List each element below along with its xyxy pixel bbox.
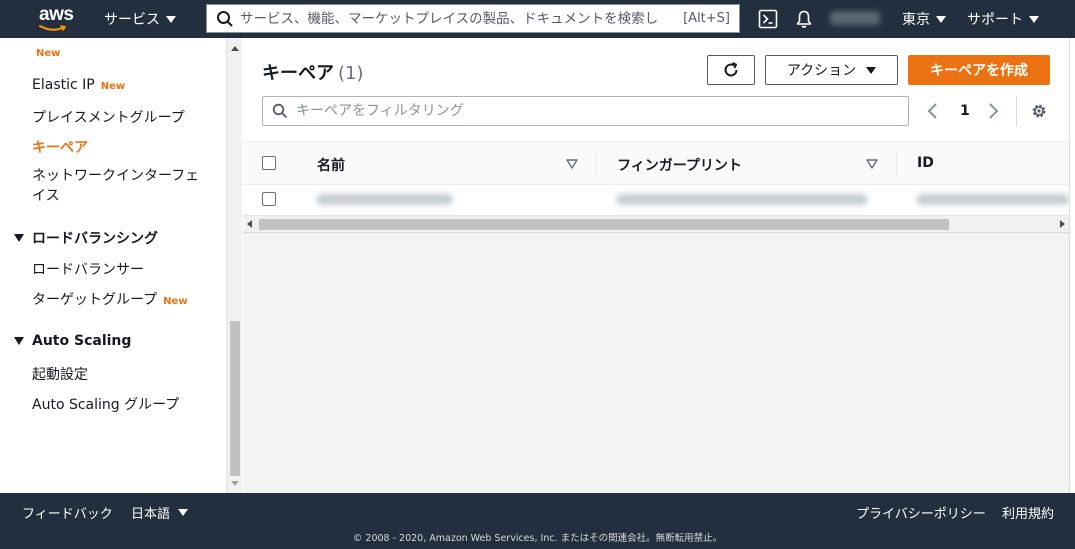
privacy-policy-link[interactable]: プライバシーポリシー	[856, 503, 986, 522]
sidebar-item-label: ネットワークインターフェイス	[32, 168, 200, 204]
column-divider[interactable]	[596, 152, 597, 176]
sidebar-item-label: ロードバランサー	[32, 262, 144, 278]
region-selector[interactable]: 東京	[902, 0, 946, 38]
caret-down-icon	[14, 234, 24, 242]
sidebar-item-load-balancers[interactable]: ロードバランサー	[32, 259, 144, 279]
redacted-fingerprint-cell	[617, 194, 867, 205]
sort-icon[interactable]	[566, 159, 578, 169]
redacted-id-cell	[917, 194, 1069, 205]
sidebar-item-label: Elastic IP	[32, 77, 95, 93]
chevron-down-icon	[936, 15, 946, 23]
bell-icon[interactable]	[794, 9, 814, 29]
column-divider[interactable]	[896, 152, 897, 176]
right-edge-panel	[1069, 38, 1075, 493]
actions-dropdown-button[interactable]: アクション	[765, 55, 898, 85]
create-key-pair-label: キーペアを作成	[930, 63, 1028, 79]
language-selector[interactable]: 日本語	[131, 503, 189, 522]
sidebar-item-key-pairs[interactable]: キーペア	[32, 137, 88, 157]
chevron-right-icon[interactable]	[986, 101, 1000, 121]
page-title-text: キーペア	[262, 63, 334, 84]
sidebar-item-elastic-ip[interactable]: Elastic IP New	[32, 77, 125, 93]
page-number[interactable]: 1	[960, 103, 970, 119]
sidebar-item-label: キーペア	[32, 140, 88, 156]
search-shortcut-hint: [Alt+S]	[683, 11, 730, 26]
main-content: キーペア(1) アクション キーペアを作成 1	[243, 38, 1069, 493]
item-count: (1)	[338, 63, 364, 84]
sidebar-item-launch-configurations[interactable]: 起動設定	[32, 364, 88, 384]
key-pairs-panel: キーペア(1) アクション キーペアを作成 1	[243, 38, 1069, 233]
caret-down-icon	[14, 337, 24, 345]
chevron-down-icon	[166, 15, 176, 23]
search-icon	[272, 103, 288, 119]
filter-input[interactable]	[296, 98, 908, 124]
sidebar-section-label: Auto Scaling	[32, 333, 132, 349]
page-title: キーペア (1)	[262, 59, 364, 85]
services-menu-button[interactable]: サービス	[104, 9, 176, 29]
region-label: 東京	[902, 12, 930, 28]
scroll-up-icon[interactable]	[231, 46, 239, 51]
table-horizontal-scrollbar[interactable]	[243, 215, 1069, 232]
new-badge: New	[36, 48, 61, 59]
sidebar-item-target-groups[interactable]: ターゲットグループ New	[32, 289, 188, 309]
refresh-button[interactable]	[707, 55, 755, 85]
row-checkbox[interactable]	[262, 192, 276, 206]
scrollbar-thumb[interactable]	[259, 219, 949, 230]
chevron-down-icon	[1029, 15, 1039, 23]
scrollbar-thumb[interactable]	[230, 321, 240, 476]
aws-smile-icon	[39, 25, 67, 31]
scroll-down-icon[interactable]	[231, 481, 239, 486]
column-header-name[interactable]: 名前	[317, 155, 345, 175]
copyright-notice: © 2008 - 2020, Amazon Web Services, Inc.…	[352, 533, 723, 544]
terms-of-use-link[interactable]: 利用規約	[1002, 503, 1054, 522]
aws-logo-text: aws	[39, 4, 74, 25]
refresh-icon	[724, 62, 738, 77]
sidebar: New Elastic IP New プレイスメントグループ キーペア ネットワー…	[0, 38, 227, 493]
scroll-right-icon[interactable]	[1060, 220, 1065, 228]
sidebar-section-label: ロードバランシング	[32, 231, 158, 247]
key-pair-filter[interactable]	[262, 96, 909, 126]
global-search-input[interactable]	[240, 5, 684, 32]
sort-icon[interactable]	[866, 159, 878, 169]
feedback-link[interactable]: フィードバック	[22, 503, 113, 522]
create-key-pair-button[interactable]: キーペアを作成	[908, 55, 1050, 85]
scroll-left-icon[interactable]	[247, 220, 252, 228]
new-badge: New	[100, 81, 126, 92]
sidebar-item-label: 起動設定	[32, 367, 88, 383]
column-header-fingerprint[interactable]: フィンガープリント	[617, 155, 742, 175]
table-header: 名前 フィンガープリント ID	[243, 141, 1069, 185]
sidebar-item-label: Auto Scaling グループ	[32, 397, 180, 413]
services-label: サービス	[104, 12, 160, 28]
column-header-id[interactable]: ID	[917, 155, 934, 171]
chevron-down-icon	[866, 66, 877, 74]
sidebar-section-load-balancing[interactable]: ロードバランシング	[14, 228, 158, 248]
select-all-checkbox[interactable]	[262, 156, 276, 170]
redacted-name-cell	[317, 194, 452, 205]
actions-label: アクション	[786, 63, 857, 79]
table-row[interactable]	[243, 185, 1069, 213]
global-search[interactable]: [Alt+S]	[206, 4, 740, 33]
support-label: サポート	[967, 12, 1023, 28]
sidebar-item-label: プレイスメントグループ	[32, 110, 185, 126]
sidebar-item-label: ターゲットグループ	[32, 292, 158, 308]
footer: フィードバック 日本語 プライバシーポリシー 利用規約 © 2008 - 202…	[0, 493, 1075, 549]
divider	[1016, 96, 1017, 126]
language-label: 日本語	[131, 507, 171, 522]
new-badge: New	[163, 296, 188, 307]
cloudshell-icon[interactable]	[758, 9, 778, 29]
gear-icon[interactable]	[1030, 102, 1048, 120]
aws-logo[interactable]: aws	[18, 0, 78, 38]
sidebar-scrollbar[interactable]	[227, 38, 242, 493]
account-menu-button[interactable]	[830, 11, 880, 25]
chevron-left-icon[interactable]	[926, 101, 940, 121]
search-icon	[217, 10, 233, 27]
chevron-down-icon	[178, 509, 189, 516]
sidebar-item-auto-scaling-groups[interactable]: Auto Scaling グループ	[32, 394, 179, 414]
sidebar-section-auto-scaling[interactable]: Auto Scaling	[14, 333, 131, 349]
support-menu-button[interactable]: サポート	[967, 0, 1039, 38]
sidebar-item-network-interfaces[interactable]: ネットワークインターフェイス	[32, 166, 202, 206]
sidebar-item-placement-groups[interactable]: プレイスメントグループ	[32, 107, 185, 127]
